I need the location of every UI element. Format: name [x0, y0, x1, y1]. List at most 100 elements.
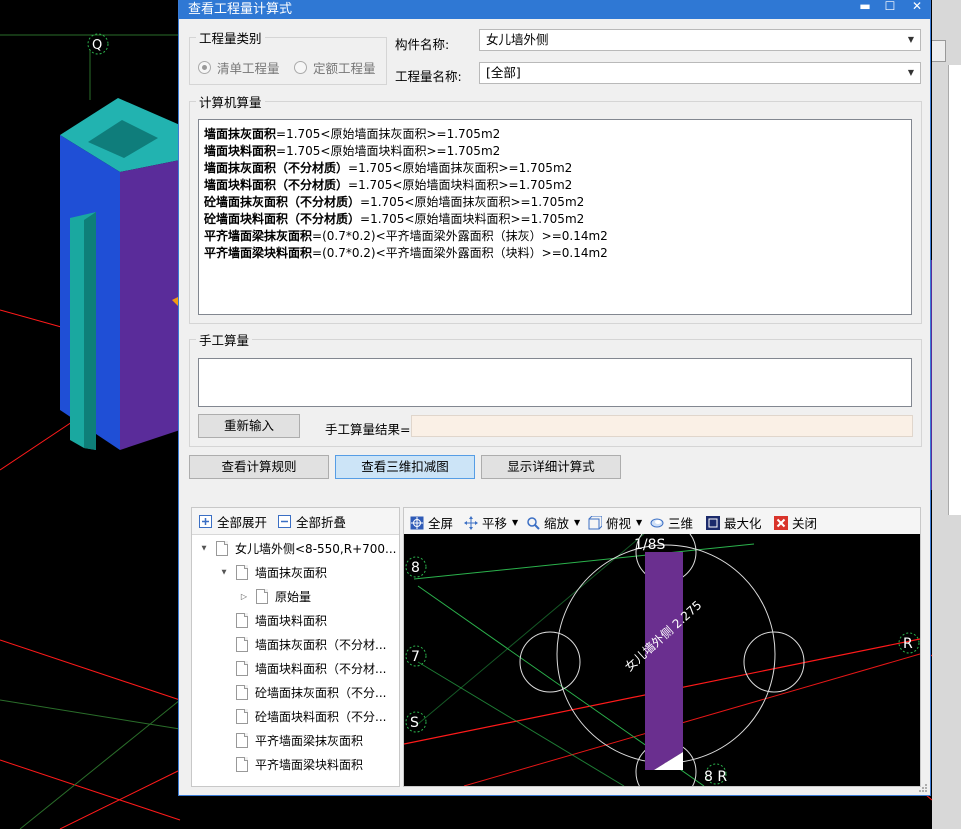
calc-line: 砼墙面抹灰面积（不分材质）=1.705<原始墙面抹灰面积>=1.705m2 — [204, 195, 585, 209]
reset-input-button[interactable]: 重新输入 — [198, 414, 300, 438]
tree-item-label: 女儿墙外侧<8-550,R+700... — [235, 542, 397, 556]
collapse-all-label: 全部折叠 — [296, 515, 347, 530]
component-name-value: 女儿墙外侧 — [486, 32, 549, 47]
close-button[interactable]: ✕ — [906, 0, 928, 15]
expand-all-label: 全部展开 — [217, 515, 268, 530]
dialog-title-bar[interactable]: 查看工程量计算式 ▬ ☐ ✕ — [179, 0, 930, 19]
tree-item-label: 墙面块料面积 — [255, 614, 328, 628]
expand-all-button[interactable]: 全部展开 — [199, 512, 267, 531]
quantity-type-group: 工程量类别 清单工程量 定额工程量 — [189, 28, 387, 85]
maximize-icon — [706, 515, 720, 530]
tree-item[interactable]: ▲ 墙面抹灰面积 — [218, 564, 327, 581]
three-d-icon — [650, 518, 664, 527]
close-view-label: 关闭 — [792, 516, 818, 531]
collapse-all-button[interactable]: 全部折叠 — [278, 512, 346, 531]
calculation-formula-dialog: 查看工程量计算式 ▬ ☐ ✕ 工程量类别 清单工程量 定额工程量 构件名称: 女… — [178, 0, 931, 796]
collapse-minus-icon — [278, 515, 291, 528]
quantity-name-label: 工程量名称: — [395, 69, 462, 84]
axis-top-label: 1/8S — [634, 537, 666, 553]
axis-r-label: R — [903, 636, 913, 652]
show-detail-formula-button[interactable]: 显示详细计算式 — [481, 455, 621, 479]
document-icon — [236, 757, 248, 772]
tree-item-label: 墙面块料面积（不分材... — [255, 662, 387, 676]
manual-result-label: 手工算量结果= — [325, 422, 411, 437]
zoom-magnifier-icon — [527, 516, 540, 530]
minimize-button[interactable]: ▬ — [854, 0, 876, 15]
collapsed-toggle-icon[interactable]: ▷ — [238, 592, 250, 601]
tree-item-label: 砼墙面抹灰面积（不分... — [255, 686, 387, 700]
quantity-type-label: 工程量类别 — [196, 28, 265, 47]
document-icon — [236, 733, 248, 748]
three-d-label: 三维 — [668, 516, 694, 531]
view-3d-deduction-button[interactable]: 查看三维扣减图 — [335, 455, 475, 479]
tree-item[interactable]: 墙面块料面积 — [218, 612, 327, 629]
pan-button[interactable]: 平移 ▼ — [464, 513, 518, 532]
maximize-label: 最大化 — [724, 516, 762, 531]
fullscreen-icon — [410, 516, 424, 529]
pan-label: 平移 — [482, 516, 508, 531]
viewer-toolbar: 全屏 平移 ▼ 缩放 ▼ 俯视 ▼ 三维 最大化 关闭 — [404, 508, 920, 535]
zoom-button[interactable]: 缩放 ▼ — [526, 513, 580, 532]
close-red-icon — [774, 515, 788, 530]
radio-bill-quantity[interactable]: 清单工程量 — [198, 58, 280, 77]
manual-result-field — [411, 415, 913, 437]
quantity-tree-panel: 全部展开 全部折叠 ▲ 女儿墙外侧<8-550,R+700... ▲ 墙面抹灰面积 ▷ 原… — [191, 507, 400, 787]
expand-plus-icon — [199, 515, 212, 528]
chevron-down-icon: ▼ — [907, 68, 914, 77]
zoom-label: 缩放 — [544, 516, 570, 531]
tree-item-label: 墙面抹灰面积 — [255, 566, 328, 580]
document-icon — [236, 685, 248, 700]
tree-item[interactable]: 平齐墙面梁块料面积 — [218, 756, 363, 773]
manual-calc-input[interactable] — [198, 358, 912, 407]
document-icon — [216, 541, 228, 556]
chevron-down-icon: ▼ — [907, 35, 914, 44]
radio-quota-quantity[interactable]: 定额工程量 — [294, 58, 376, 77]
calc-line: 砼墙面块料面积（不分材质）=1.705<原始墙面块料面积>=1.705m2 — [204, 212, 585, 226]
computer-calc-textbox[interactable]: 墙面抹灰面积=1.705<原始墙面抹灰面积>=1.705m2 墙面块料面积=1.… — [198, 119, 912, 315]
radio-dot — [294, 61, 307, 74]
document-icon — [236, 565, 248, 580]
close-view-button[interactable]: 关闭 — [774, 513, 817, 532]
axis-8-label: 8 — [411, 560, 420, 576]
quantity-name-select[interactable]: [全部] ▼ — [479, 62, 921, 84]
maximize-view-button[interactable]: 最大化 — [706, 513, 762, 532]
calc-line: 墙面抹灰面积=1.705<原始墙面抹灰面积>=1.705m2 — [204, 127, 501, 141]
tree-item-label: 砼墙面块料面积（不分... — [255, 710, 387, 724]
component-name-select[interactable]: 女儿墙外侧 ▼ — [479, 29, 921, 51]
expanded-toggle-icon[interactable]: ▲ — [219, 569, 229, 576]
calc-line: 平齐墙面梁块料面积=(0.7*0.2)<平齐墙面梁外露面积（块料）>=0.14m… — [204, 246, 608, 260]
axis-8r-label: 8 R — [704, 769, 727, 785]
dialog-title: 查看工程量计算式 — [188, 2, 293, 17]
component-name-label: 构件名称: — [395, 37, 450, 52]
tree-item-label: 墙面抹灰面积（不分材... — [255, 638, 387, 652]
tree-item[interactable]: 平齐墙面梁抹灰面积 — [218, 732, 363, 749]
deduction-3d-canvas[interactable]: 女儿墙外侧 2.275 8 7 S R 1/8S 8 R — [404, 534, 920, 786]
expanded-toggle-icon[interactable]: ▲ — [199, 545, 209, 552]
radio-dot — [198, 61, 211, 74]
view-rules-button[interactable]: 查看计算规则 — [189, 455, 329, 479]
tree-item[interactable]: ▲ 女儿墙外侧<8-550,R+700... — [198, 540, 396, 557]
document-icon — [236, 661, 248, 676]
manual-calc-label: 手工算量 — [196, 330, 253, 349]
three-d-button[interactable]: 三维 — [650, 513, 693, 532]
calc-line: 平齐墙面梁抹灰面积=(0.7*0.2)<平齐墙面梁外露面积（抹灰）>=0.14m… — [204, 229, 608, 243]
axis-7-label: 7 — [411, 649, 420, 665]
deduction-viewer-panel: 全屏 平移 ▼ 缩放 ▼ 俯视 ▼ 三维 最大化 关闭 女儿墙外侧 2.275 … — [403, 507, 921, 787]
top-view-label: 俯视 — [606, 516, 632, 531]
computer-calc-label: 计算机算量 — [196, 92, 265, 111]
axis-s-label: S — [410, 715, 419, 731]
tree-item[interactable]: 墙面块料面积（不分材... — [218, 660, 386, 677]
tree-item[interactable]: 砼墙面抹灰面积（不分... — [218, 684, 386, 701]
tree-item-label: 平齐墙面梁抹灰面积 — [255, 734, 364, 748]
tree-item[interactable]: 砼墙面块料面积（不分... — [218, 708, 386, 725]
document-icon — [256, 589, 268, 604]
tree-item[interactable]: ▷ 原始量 — [238, 588, 311, 605]
maximize-button[interactable]: ☐ — [879, 0, 901, 15]
fullscreen-button[interactable]: 全屏 — [410, 513, 453, 532]
top-view-button[interactable]: 俯视 ▼ — [588, 513, 642, 532]
tree-item[interactable]: 墙面抹灰面积（不分材... — [218, 636, 386, 653]
resize-grip-icon[interactable] — [918, 783, 928, 793]
fullscreen-label: 全屏 — [428, 516, 454, 531]
dropdown-arrow-icon: ▼ — [636, 518, 643, 527]
top-view-icon — [588, 515, 602, 529]
